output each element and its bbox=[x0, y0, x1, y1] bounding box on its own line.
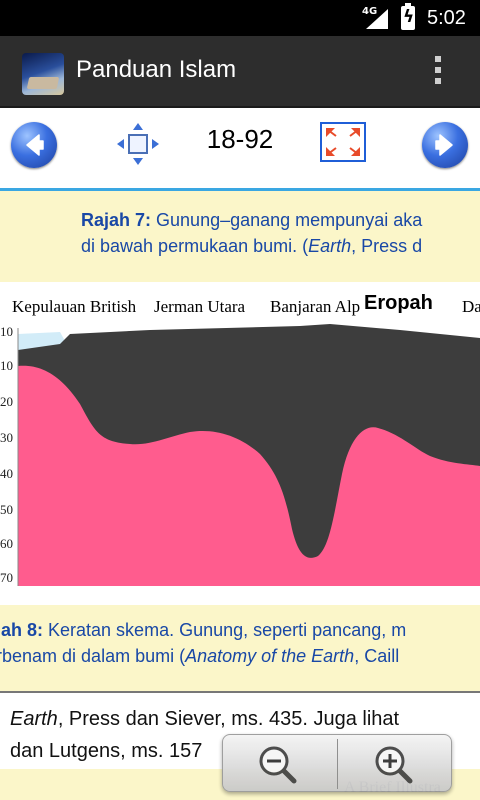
caption-label: jah 8: bbox=[0, 620, 44, 640]
caption-band-top: Rajah 7: Gunung–ganang mempunyai aka di … bbox=[0, 191, 480, 282]
caption-band-middle: jah 8: Keratan skema. Gunung, seperti pa… bbox=[0, 605, 480, 691]
figure-label-north-germany: Jerman Utara bbox=[154, 297, 246, 316]
figure-7-caption: Rajah 7: Gunung–ganang mempunyai aka di … bbox=[81, 207, 480, 259]
footnote-line: , Press dan Siever, ms. 435. Juga lihat bbox=[57, 708, 400, 730]
caption-text: , Caill bbox=[354, 646, 400, 666]
signal-icon bbox=[366, 9, 388, 29]
fit-screen-button[interactable] bbox=[320, 122, 366, 162]
previous-page-button[interactable] bbox=[11, 122, 57, 168]
charging-icon: ϟ bbox=[403, 7, 415, 27]
caption-text: rbenam di dalam bumi ( bbox=[0, 646, 186, 666]
zoom-controls bbox=[222, 734, 452, 792]
fit-screen-icon bbox=[326, 128, 360, 156]
y-tick: 60 bbox=[0, 536, 13, 551]
y-tick: 30 bbox=[0, 430, 13, 445]
cross-section-figure: Kepulauan British Jerman Utara Banjaran … bbox=[0, 282, 480, 597]
y-tick: 50 bbox=[0, 502, 13, 517]
caption-text: Keratan skema. Gunung, seperti pancang, … bbox=[43, 620, 407, 640]
figure-8-caption: jah 8: Keratan skema. Gunung, seperti pa… bbox=[0, 617, 406, 669]
caption-source-title: Anatomy of the Earth bbox=[185, 646, 355, 666]
y-tick: 20 bbox=[0, 394, 13, 409]
overflow-menu-icon[interactable] bbox=[432, 56, 444, 88]
figure-label-partial: Da bbox=[462, 297, 480, 316]
zoom-divider bbox=[337, 739, 338, 789]
footnote-source-title: Earth bbox=[10, 708, 58, 730]
quran-app-icon[interactable] bbox=[22, 53, 64, 95]
action-bar: Panduan Islam bbox=[0, 36, 480, 108]
figure-label-alps: Banjaran Alp bbox=[270, 297, 361, 316]
zoom-in-icon bbox=[375, 746, 413, 784]
move-arrows-icon bbox=[117, 123, 159, 165]
footnote-line: dan Lutgens, ms. 157 bbox=[10, 740, 203, 762]
caption-text: Gunung–ganang mempunyai aka bbox=[151, 210, 423, 230]
figure-label-europe: Eropah bbox=[364, 292, 433, 314]
zoom-out-icon bbox=[259, 746, 297, 784]
cross-section-diagram bbox=[0, 324, 480, 594]
arrow-left-icon bbox=[26, 134, 44, 156]
app-title: Panduan Islam bbox=[76, 56, 237, 83]
next-page-button[interactable] bbox=[422, 122, 468, 168]
figure-label-british-isles: Kepulauan British bbox=[12, 297, 137, 316]
y-tick: 40 bbox=[0, 466, 13, 481]
zoom-out-button[interactable] bbox=[225, 739, 335, 789]
y-tick: 10 bbox=[0, 324, 13, 339]
document-page[interactable]: Rajah 7: Gunung–ganang mempunyai aka di … bbox=[0, 191, 480, 800]
caption-text: , Press d bbox=[351, 236, 423, 256]
clock: 5:02 bbox=[427, 7, 466, 29]
caption-label: Rajah 7: bbox=[81, 210, 152, 230]
status-bar: 4G ϟ 5:02 bbox=[0, 0, 480, 36]
caption-text: di bawah permukaan bumi. ( bbox=[81, 236, 309, 256]
y-tick: 10 bbox=[0, 358, 13, 373]
caption-source-title: Earth bbox=[308, 236, 352, 256]
page-indicator[interactable]: 18-92 bbox=[190, 124, 290, 155]
move-page-button[interactable] bbox=[116, 122, 160, 170]
zoom-in-button[interactable] bbox=[341, 739, 451, 789]
y-tick: 70 bbox=[0, 570, 13, 585]
arrow-right-icon bbox=[435, 134, 453, 156]
